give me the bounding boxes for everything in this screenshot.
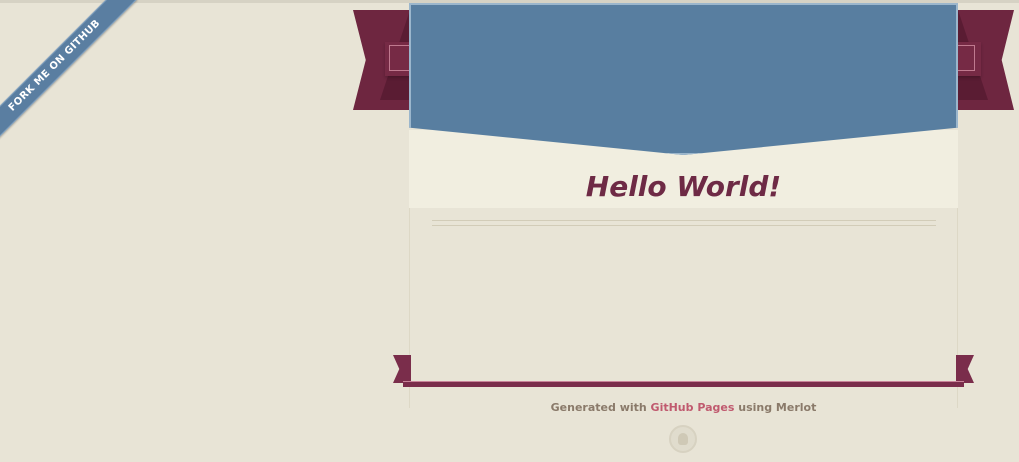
footer-ribbon-bar xyxy=(403,381,964,387)
page: FORK ME ON GITHUB Hello World! Generated… xyxy=(0,0,1019,462)
page-title: Hello World! xyxy=(585,170,782,203)
content-divider xyxy=(432,220,936,226)
footer-ribbon-right-tab xyxy=(956,355,974,383)
footer-ribbon-left-tab xyxy=(393,355,411,383)
footer-prefix: Generated with xyxy=(550,401,651,414)
fork-me-ribbon[interactable]: FORK ME ON GITHUB xyxy=(0,0,138,149)
footer-credit: Generated with GitHub Pages using Merlot xyxy=(409,401,958,414)
header-banner-border xyxy=(409,3,958,155)
footer-suffix: using Merlot xyxy=(734,401,817,414)
top-border xyxy=(0,0,1019,3)
octocat-icon[interactable] xyxy=(669,425,697,453)
github-pages-link[interactable]: GitHub Pages xyxy=(651,401,735,414)
